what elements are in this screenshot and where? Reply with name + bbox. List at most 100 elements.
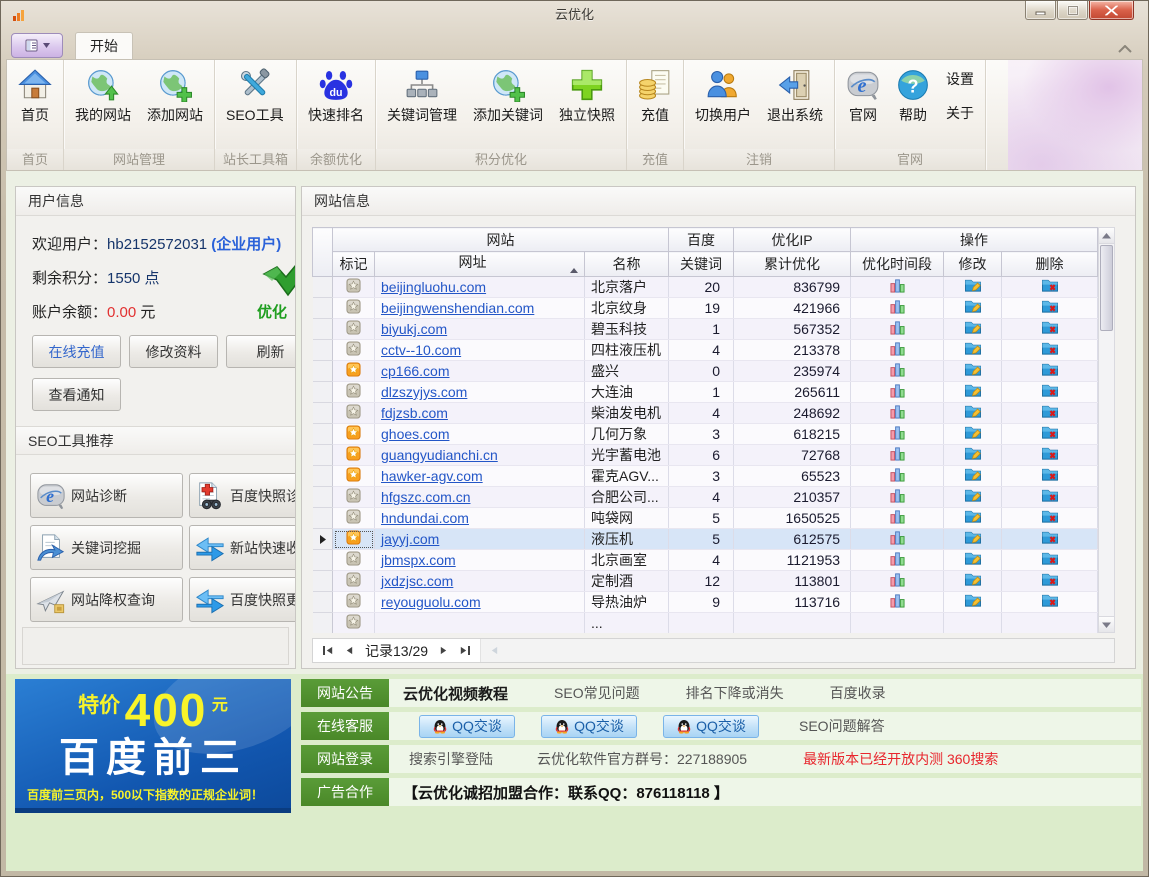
delete-cell[interactable] <box>1002 319 1098 340</box>
table-row[interactable]: beijingwenshendian.com北京纹身19421966 <box>313 298 1098 319</box>
period-cell[interactable] <box>851 466 944 487</box>
column-header-kw[interactable]: 关键词 <box>669 252 734 277</box>
edit-cell[interactable] <box>944 298 1002 319</box>
keyword-dig-button[interactable]: 关键词挖掘 <box>30 525 183 570</box>
scroll-down-button[interactable] <box>1099 616 1114 632</box>
close-button[interactable] <box>1089 1 1134 20</box>
site-link[interactable]: cctv--10.com <box>381 342 461 358</box>
ribbon-button-exit-system[interactable]: 退出系统 <box>759 63 831 127</box>
row-selector[interactable] <box>313 277 333 298</box>
delete-cell[interactable] <box>1002 424 1098 445</box>
table-row[interactable]: cctv--10.com四柱液压机4213378 <box>313 340 1098 361</box>
row-selector[interactable] <box>313 445 333 466</box>
mark-cell[interactable] <box>333 403 375 424</box>
qq-chat-button[interactable]: QQ交谈 <box>541 715 637 738</box>
table-row[interactable]: guangyudianchi.cn光宇蓄电池672768 <box>313 445 1098 466</box>
mark-cell[interactable] <box>333 613 375 634</box>
table-row[interactable]: ... <box>313 613 1098 634</box>
column-header-period[interactable]: 优化时间段 <box>851 252 944 277</box>
pager-prev-button[interactable] <box>345 646 354 655</box>
group-header-baidu[interactable]: 百度 <box>669 228 734 252</box>
delete-cell[interactable] <box>1002 298 1098 319</box>
period-cell[interactable] <box>851 403 944 424</box>
site-link[interactable]: jbmspx.com <box>381 552 456 568</box>
edit-cell[interactable] <box>944 424 1002 445</box>
ribbon-button-keyword-manage[interactable]: 关键词管理 <box>379 63 465 127</box>
period-cell[interactable] <box>851 571 944 592</box>
ribbon-button-standalone-snapshot[interactable]: 独立快照 <box>551 63 623 127</box>
site-demotion-check-button[interactable]: 网站降权查询 <box>30 577 183 622</box>
delete-cell[interactable] <box>1002 340 1098 361</box>
period-cell[interactable] <box>851 277 944 298</box>
column-header-url[interactable]: 网址 <box>375 252 585 277</box>
footer-link[interactable]: 云优化视频教程 <box>403 683 508 704</box>
edit-cell[interactable] <box>944 571 1002 592</box>
collapse-ribbon-chevron-icon[interactable] <box>1118 40 1132 58</box>
row-selector[interactable] <box>313 361 333 382</box>
period-cell[interactable] <box>851 340 944 361</box>
row-selector[interactable] <box>313 508 333 529</box>
minimize-button[interactable] <box>1025 1 1056 20</box>
period-cell[interactable] <box>851 445 944 466</box>
site-link[interactable]: guangyudianchi.cn <box>381 447 498 463</box>
site-link[interactable]: hawker-agv.com <box>381 468 483 484</box>
mark-cell[interactable] <box>333 361 375 382</box>
site-link[interactable]: jayyj.com <box>381 531 439 547</box>
period-cell[interactable] <box>851 487 944 508</box>
row-selector[interactable] <box>313 592 333 613</box>
qq-chat-button[interactable]: QQ交谈 <box>419 715 515 738</box>
edit-cell[interactable] <box>944 613 1002 634</box>
edit-cell[interactable] <box>944 361 1002 382</box>
vertical-scrollbar[interactable] <box>1098 227 1115 633</box>
edit-cell[interactable] <box>944 592 1002 613</box>
delete-cell[interactable] <box>1002 571 1098 592</box>
row-selector[interactable] <box>313 319 333 340</box>
scrollbar-thumb[interactable] <box>1100 245 1113 331</box>
row-selector[interactable] <box>313 487 333 508</box>
site-link[interactable]: hndundai.com <box>381 510 469 526</box>
edit-cell[interactable] <box>944 508 1002 529</box>
period-cell[interactable] <box>851 529 944 550</box>
mark-cell[interactable] <box>333 298 375 319</box>
row-selector[interactable] <box>313 613 333 634</box>
group-header-ip[interactable]: 优化IP <box>734 228 851 252</box>
table-row[interactable]: hfgszc.com.cn合肥公司...4210357 <box>313 487 1098 508</box>
mark-cell[interactable] <box>333 319 375 340</box>
row-selector[interactable] <box>313 403 333 424</box>
ribbon-small-button-settings[interactable]: 设置 <box>946 69 974 89</box>
table-row[interactable]: hawker-agv.com霍克AGV...365523 <box>313 466 1098 487</box>
column-header-name[interactable]: 名称 <box>585 252 669 277</box>
column-header-edit[interactable]: 修改 <box>944 252 1002 277</box>
edit-cell[interactable] <box>944 550 1002 571</box>
delete-cell[interactable] <box>1002 277 1098 298</box>
table-row[interactable]: jayyj.com液压机5612575 <box>313 529 1098 550</box>
delete-cell[interactable] <box>1002 403 1098 424</box>
maximize-button[interactable] <box>1057 1 1088 20</box>
mark-cell[interactable] <box>333 592 375 613</box>
period-cell[interactable] <box>851 592 944 613</box>
site-link[interactable]: beijingwenshendian.com <box>381 300 534 316</box>
row-selector[interactable] <box>313 382 333 403</box>
delete-cell[interactable] <box>1002 466 1098 487</box>
ribbon-button-add-keyword[interactable]: 添加关键词 <box>465 63 551 127</box>
baidu-snapshot-diagnose-button[interactable]: 百度快照诊断 <box>189 473 296 518</box>
period-cell[interactable] <box>851 613 944 634</box>
table-row[interactable]: biyukj.com碧玉科技1567352 <box>313 319 1098 340</box>
footer-link[interactable]: SEO常见问题 <box>554 683 640 703</box>
refresh-button[interactable]: 刷新 <box>226 335 296 368</box>
ribbon-button-help[interactable]: ?帮助 <box>888 63 938 127</box>
delete-cell[interactable] <box>1002 550 1098 571</box>
ribbon-button-add-site[interactable]: 添加网站 <box>139 63 211 127</box>
mark-cell[interactable] <box>333 571 375 592</box>
mark-cell[interactable] <box>333 277 375 298</box>
online-recharge-button[interactable]: 在线充值 <box>32 335 121 368</box>
delete-cell[interactable] <box>1002 382 1098 403</box>
ribbon-button-official-site[interactable]: e官网 <box>838 63 888 127</box>
delete-cell[interactable] <box>1002 487 1098 508</box>
edit-profile-button[interactable]: 修改资料 <box>129 335 218 368</box>
delete-cell[interactable] <box>1002 508 1098 529</box>
period-cell[interactable] <box>851 508 944 529</box>
footer-link[interactable]: 百度收录 <box>830 683 886 703</box>
group-header-ops[interactable]: 操作 <box>851 228 1098 252</box>
ad-banner[interactable]: 特价 400 元 百度前三 百度前三页内，500以下指数的正规企业词！ QQ:7… <box>15 679 291 813</box>
